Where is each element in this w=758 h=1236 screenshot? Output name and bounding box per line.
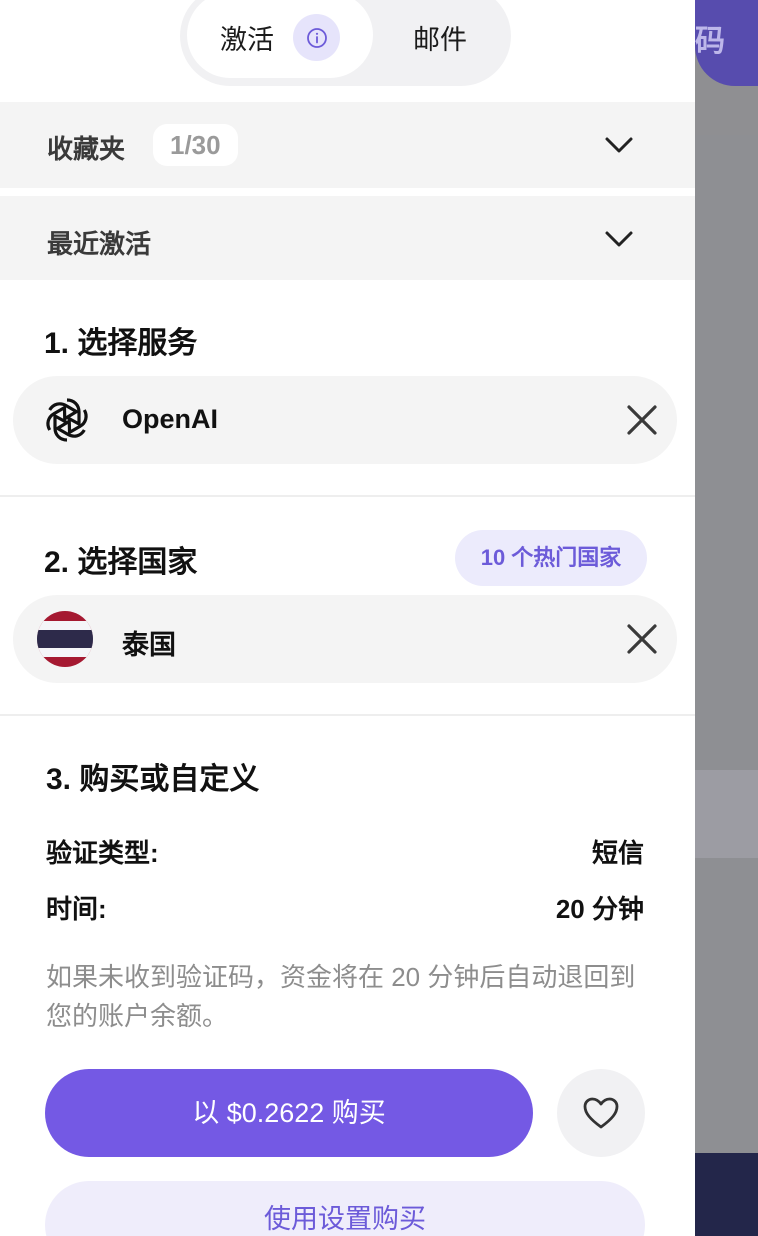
- tab-activation-label[interactable]: 激活: [220, 18, 274, 57]
- selected-country-name: 泰国: [122, 630, 176, 660]
- verify-type-value: 短信: [591, 838, 644, 868]
- buy-with-settings-button[interactable]: 使用设置购买: [45, 1181, 645, 1236]
- info-icon: [306, 27, 327, 48]
- selected-service-name: OpenAI: [122, 404, 219, 434]
- recent-title: 最近激活: [47, 229, 152, 259]
- heart-icon: [583, 1097, 619, 1129]
- divider: [0, 714, 695, 716]
- verify-type-row: 验证类型: 短信: [46, 833, 644, 870]
- step1-title: 1. 选择服务: [44, 327, 198, 360]
- background-band: [695, 770, 758, 858]
- buy-button[interactable]: 以 $0.2622 购买: [45, 1069, 533, 1157]
- favorites-title: 收藏夹: [47, 134, 126, 164]
- info-button[interactable]: [293, 14, 340, 61]
- recent-activations-accordion[interactable]: 最近激活: [0, 196, 695, 280]
- country-selector[interactable]: 泰国: [13, 595, 677, 683]
- popular-countries-button[interactable]: 10 个热门国家: [455, 530, 647, 586]
- time-label: 时间:: [46, 894, 107, 924]
- close-icon[interactable]: [625, 403, 659, 437]
- divider: [0, 495, 695, 497]
- chevron-down-icon[interactable]: [604, 133, 634, 157]
- time-value: 20 分钟: [555, 894, 644, 924]
- close-icon[interactable]: [625, 622, 659, 656]
- service-selector[interactable]: OpenAI: [13, 376, 677, 464]
- step2-title: 2. 选择国家: [44, 546, 198, 579]
- tab-mail[interactable]: 邮件: [413, 18, 467, 57]
- verify-type-label: 验证类型:: [46, 838, 159, 868]
- step3-title: 3. 购买或自定义: [46, 763, 260, 796]
- favorite-button[interactable]: [557, 1069, 645, 1157]
- favorites-count-badge: 1/30: [153, 124, 238, 166]
- favorites-accordion[interactable]: 收藏夹 1/30: [0, 102, 695, 188]
- chevron-down-icon[interactable]: [604, 227, 634, 251]
- time-row: 时间: 20 分钟: [46, 889, 644, 926]
- thailand-flag-icon: [37, 611, 93, 667]
- activation-drawer: 激活 邮件 收藏夹 1/30 最近激活 1. 选择服务 OpenAI 2. 选择…: [0, 0, 695, 1236]
- background-page: 码: [695, 0, 758, 1236]
- tab-activation[interactable]: [187, 0, 373, 78]
- background-header-button-label: 码: [695, 25, 725, 58]
- background-footer: [695, 1153, 758, 1236]
- refund-note: 如果未收到验证码，资金将在 20 分钟后自动退回到您的账户余额。: [46, 962, 636, 1031]
- openai-icon: [46, 398, 88, 442]
